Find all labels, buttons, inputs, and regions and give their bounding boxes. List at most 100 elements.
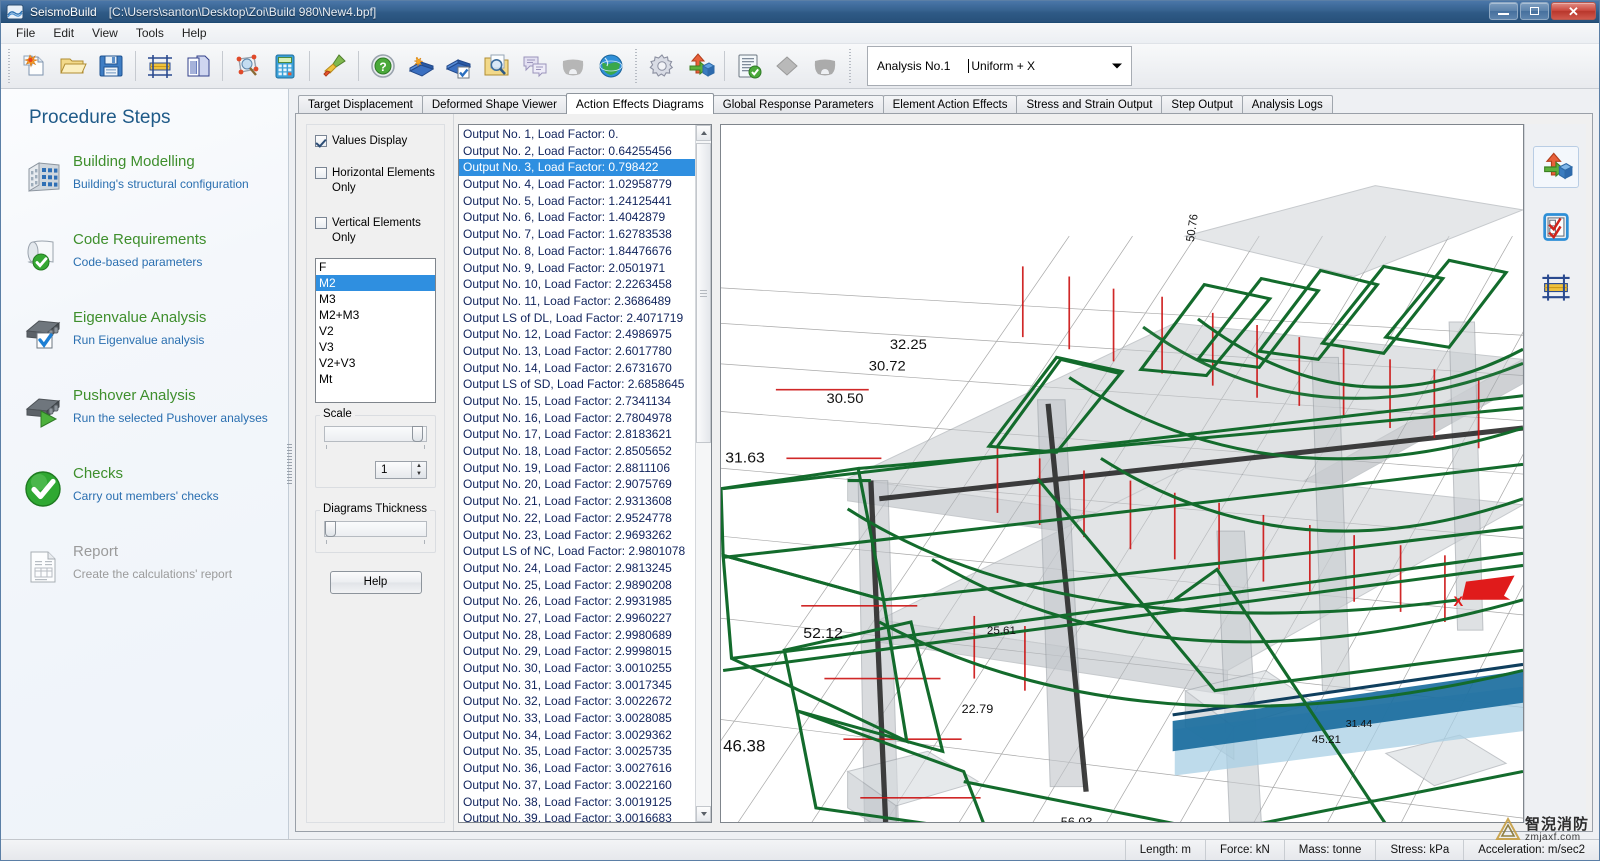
tab-stress-and-strain-output[interactable]: Stress and Strain Output <box>1016 95 1162 114</box>
scroll-up-button[interactable] <box>696 125 711 141</box>
output-list-item[interactable]: Output No. 39, Load Factor: 3.0016683 <box>459 810 695 822</box>
sidebar-item-checks[interactable]: Checks Carry out members' checks <box>1 463 288 515</box>
toolbar-grip-2[interactable] <box>633 49 640 83</box>
axes-cube-view-button[interactable] <box>1533 146 1579 188</box>
output-list-item[interactable]: Output No. 35, Load Factor: 3.0025735 <box>459 743 695 760</box>
output-list-item[interactable]: Output No. 32, Load Factor: 3.0022672 <box>459 693 695 710</box>
output-list-item[interactable]: Output No. 36, Load Factor: 3.0027616 <box>459 760 695 777</box>
toolbar-grip[interactable] <box>6 49 13 83</box>
output-list-item[interactable]: Output No. 3, Load Factor: 0.798422 <box>459 159 695 176</box>
output-list-item[interactable]: Output No. 33, Load Factor: 3.0028085 <box>459 710 695 727</box>
scale-slider-thumb[interactable] <box>412 426 423 442</box>
vertical-elements-row[interactable]: Vertical Elements Only <box>315 216 436 246</box>
minimize-button[interactable] <box>1489 2 1518 20</box>
list-item[interactable]: Mt <box>316 371 435 387</box>
scale-spinner-buttons[interactable]: ▲ ▼ <box>411 462 426 478</box>
output-list-item[interactable]: Output No. 8, Load Factor: 1.84476676 <box>459 243 695 260</box>
settings-button[interactable] <box>643 47 681 85</box>
output-list-item[interactable]: Output No. 22, Load Factor: 2.9524778 <box>459 510 695 527</box>
globe-button[interactable] <box>592 47 630 85</box>
output-list-item[interactable]: Output No. 34, Load Factor: 3.0029362 <box>459 727 695 744</box>
tab-element-action-effects[interactable]: Element Action Effects <box>883 95 1018 114</box>
node-mesh-button[interactable] <box>228 47 266 85</box>
building-frame-button[interactable] <box>141 47 179 85</box>
output-list-item[interactable]: Output No. 16, Load Factor: 2.7804978 <box>459 410 695 427</box>
output-list-item[interactable]: Output No. 11, Load Factor: 2.3686489 <box>459 293 695 310</box>
slab-frame-view-button[interactable] <box>1533 266 1579 308</box>
close-button[interactable]: ✕ <box>1551 2 1596 20</box>
sidebar-item-pushover-analysis[interactable]: Pushover Analysis Run the selected Pusho… <box>1 385 288 437</box>
spinner-down-icon[interactable]: ▼ <box>412 470 426 478</box>
help-button[interactable]: Help <box>330 571 422 594</box>
axes-cube-button[interactable] <box>681 47 719 85</box>
tab-step-output[interactable]: Step Output <box>1161 95 1242 114</box>
checklist-view-button[interactable] <box>1533 206 1579 248</box>
output-list-item[interactable]: Output No. 2, Load Factor: 0.64255456 <box>459 143 695 160</box>
tab-action-effects-diagrams[interactable]: Action Effects Diagrams <box>566 93 714 114</box>
output-rows[interactable]: Output No. 1, Load Factor: 0.Output No. … <box>459 125 695 822</box>
sidebar-item-building-modelling[interactable]: Building Modelling Building's structural… <box>1 151 288 203</box>
report-check-button[interactable] <box>730 47 768 85</box>
scale-slider[interactable] <box>324 426 427 442</box>
output-list-item[interactable]: Output No. 23, Load Factor: 2.9693262 <box>459 527 695 544</box>
print-preview-button[interactable] <box>179 47 217 85</box>
maximize-button[interactable] <box>1520 2 1549 20</box>
list-item[interactable]: M2+M3 <box>316 307 435 323</box>
spinner-up-icon[interactable]: ▲ <box>412 462 426 470</box>
scroll-down-button[interactable] <box>696 806 711 822</box>
sidebar-item-report[interactable]: Report Create the calculations' report <box>1 541 288 593</box>
output-list-item[interactable]: Output No. 18, Load Factor: 2.8505652 <box>459 443 695 460</box>
output-list-item[interactable]: Output No. 21, Load Factor: 2.9313608 <box>459 493 695 510</box>
analysis-combo[interactable]: Analysis No.1 Uniform + X <box>867 46 1132 86</box>
sidebar-item-subtitle[interactable]: Code-based parameters <box>73 255 206 269</box>
list-item[interactable]: M2 <box>316 275 435 291</box>
output-list-item[interactable]: Output LS of NC, Load Factor: 2.9801078 <box>459 543 695 560</box>
list-item[interactable]: V3 <box>316 339 435 355</box>
tab-analysis-logs[interactable]: Analysis Logs <box>1242 95 1333 114</box>
output-list-item[interactable]: Output No. 24, Load Factor: 2.9813245 <box>459 560 695 577</box>
values-display-checkbox[interactable] <box>315 135 327 147</box>
output-list-item[interactable]: Output No. 1, Load Factor: 0. <box>459 126 695 143</box>
output-list-item[interactable]: Output No. 7, Load Factor: 1.62783538 <box>459 226 695 243</box>
output-list-item[interactable]: Output No. 37, Load Factor: 3.0022160 <box>459 777 695 794</box>
open-file-button[interactable] <box>54 47 92 85</box>
horizontal-elements-row[interactable]: Horizontal Elements Only <box>315 166 436 196</box>
scroll-thumb[interactable] <box>696 143 711 443</box>
menu-view[interactable]: View <box>83 24 127 42</box>
chat-bubbles-button[interactable] <box>516 47 554 85</box>
solid-mask-button[interactable] <box>806 47 844 85</box>
output-list-item[interactable]: Output LS of DL, Load Factor: 2.4071719 <box>459 310 695 327</box>
thickness-slider-thumb[interactable] <box>325 521 336 537</box>
scale-value[interactable]: 1 <box>376 462 411 478</box>
output-list-item[interactable]: Output No. 17, Load Factor: 2.8183621 <box>459 426 695 443</box>
list-item[interactable]: V2 <box>316 323 435 339</box>
output-list-scrollbar[interactable] <box>695 125 711 822</box>
thickness-slider[interactable] <box>324 521 427 537</box>
output-list-item[interactable]: Output LS of SD, Load Factor: 2.6858645 <box>459 376 695 393</box>
sidebar-item-subtitle[interactable]: Run Eigenvalue analysis <box>73 333 206 347</box>
mask-button[interactable] <box>554 47 592 85</box>
model-3d-viewport[interactable]: 32.25 30.72 30.50 31.63 52.12 46.38 22.7… <box>720 124 1524 823</box>
output-list-item[interactable]: Output No. 9, Load Factor: 2.0501971 <box>459 260 695 277</box>
sidebar-item-subtitle[interactable]: Building's structural configuration <box>73 177 249 191</box>
output-list-item[interactable]: Output No. 27, Load Factor: 2.9960227 <box>459 610 695 627</box>
output-list-item[interactable]: Output No. 26, Load Factor: 2.9931985 <box>459 593 695 610</box>
list-item[interactable]: F <box>316 259 435 275</box>
output-list-item[interactable]: Output No. 19, Load Factor: 2.8811106 <box>459 460 695 477</box>
checked-book-button[interactable] <box>440 47 478 85</box>
output-list-item[interactable]: Output No. 31, Load Factor: 3.0017345 <box>459 677 695 694</box>
output-list-item[interactable]: Output No. 13, Load Factor: 2.6017780 <box>459 343 695 360</box>
code-book-button[interactable] <box>402 47 440 85</box>
output-list-item[interactable]: Output No. 4, Load Factor: 1.02958779 <box>459 176 695 193</box>
tab-deformed-shape-viewer[interactable]: Deformed Shape Viewer <box>422 95 567 114</box>
output-list-item[interactable]: Output No. 14, Load Factor: 2.6731670 <box>459 360 695 377</box>
sidebar-item-eigenvalue-analysis[interactable]: Eigenvalue Analysis Run Eigenvalue analy… <box>1 307 288 359</box>
output-list-item[interactable]: Output No. 28, Load Factor: 2.9980689 <box>459 627 695 644</box>
new-file-button[interactable] <box>16 47 54 85</box>
menu-help[interactable]: Help <box>173 24 216 42</box>
output-list-item[interactable]: Output No. 6, Load Factor: 1.4042879 <box>459 209 695 226</box>
save-button[interactable] <box>92 47 130 85</box>
toolbar-grip-3[interactable] <box>847 49 854 83</box>
paintbrush-button[interactable] <box>315 47 353 85</box>
menu-file[interactable]: File <box>7 24 44 42</box>
